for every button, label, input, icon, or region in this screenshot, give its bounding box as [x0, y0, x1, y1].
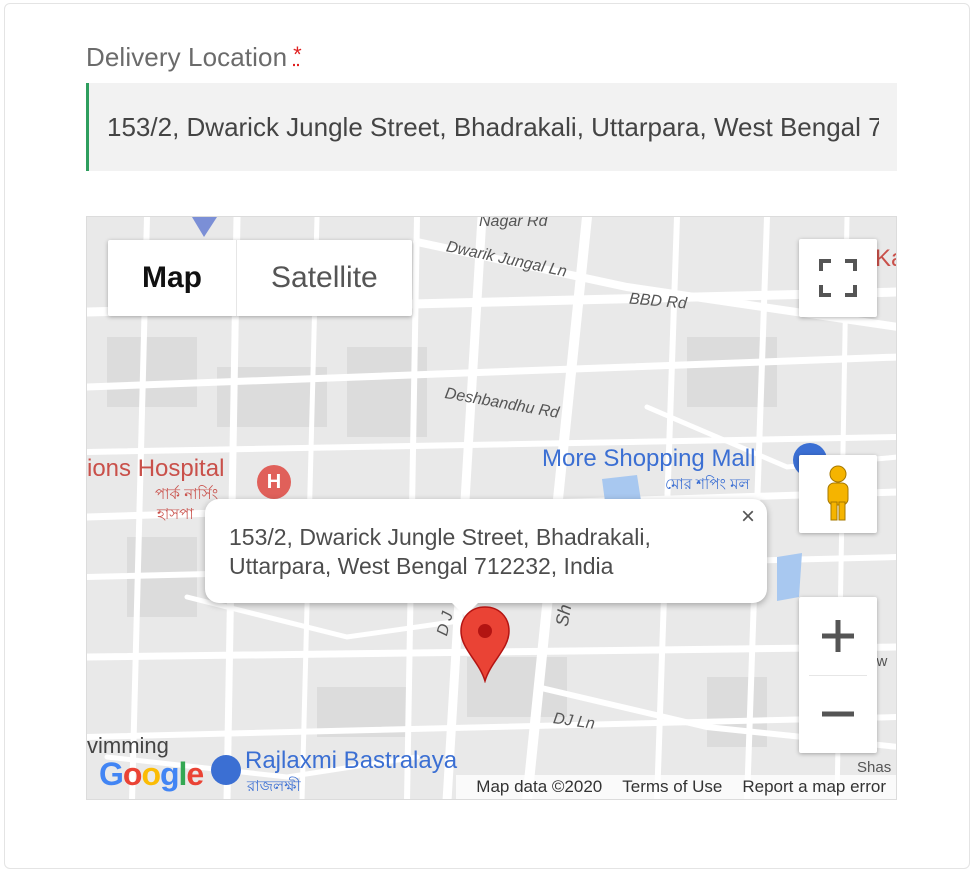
poi-hospital[interactable]: ions Hospital [87, 455, 224, 483]
store-poi-icon[interactable] [211, 755, 241, 785]
poi-more-shopping-mall[interactable]: More Shopping Mall [542, 445, 755, 473]
terms-of-use-link[interactable]: Terms of Use [612, 777, 732, 797]
pegman-icon [827, 465, 849, 521]
map-view[interactable]: Nagar Rd Dwarik Jungal Ln BBD Rd Deshban… [86, 216, 897, 800]
map-info-window: 153/2, Dwarick Jungle Street, Bhadrakali… [205, 499, 767, 616]
delivery-address-input[interactable] [86, 83, 897, 171]
street-view-button[interactable] [799, 455, 877, 533]
poi-rajlaxmi-bastralaya[interactable]: Rajlaxmi Bastralaya [245, 747, 457, 775]
zoom-divider [809, 675, 867, 676]
poi-more-shopping-mall-bn: মোর শপিং মল [665, 476, 750, 493]
map-type-satellite-button[interactable]: Satellite [236, 240, 412, 316]
poi-rajlaxmi-bn: রাজলক্ষী [247, 778, 301, 795]
info-window-address-line-1: 153/2, Dwarick Jungle Street, Bhadrakali… [229, 524, 651, 550]
map-marker-icon[interactable] [457, 605, 513, 683]
info-window-address-line-2: Uttarpara, West Bengal 712232, India [229, 553, 614, 579]
fullscreen-button[interactable] [799, 239, 877, 317]
poi-hospital-bn-2: হাসপা [157, 506, 194, 523]
map-footer: Map data ©2020 Terms of Use Report a map… [456, 775, 896, 799]
delivery-location-label: Delivery Location * [86, 42, 302, 73]
street-label-nagar-rd: Nagar Rd [479, 216, 548, 230]
report-map-error-link[interactable]: Report a map error [732, 777, 896, 797]
zoom-out-button[interactable] [799, 675, 877, 753]
map-type-map-button[interactable]: Map [108, 240, 236, 316]
plus-icon [822, 620, 854, 652]
map-data-attribution: Map data ©2020 [476, 777, 603, 796]
street-label-sh: Sh [551, 602, 576, 628]
zoom-in-button[interactable] [799, 597, 877, 675]
poi-partial-shas: Shas [857, 759, 892, 776]
required-mark: * [293, 42, 302, 67]
label-text: Delivery Location [86, 42, 288, 72]
poi-partial-top: Ka [875, 245, 896, 272]
map-type-control: Map Satellite [108, 240, 412, 316]
info-window-close-button[interactable]: × [741, 503, 755, 531]
minus-icon [822, 711, 854, 717]
fullscreen-icon [819, 259, 857, 297]
hospital-icon[interactable]: H [257, 465, 291, 499]
google-logo: Google [99, 756, 204, 792]
zoom-control [799, 597, 877, 753]
